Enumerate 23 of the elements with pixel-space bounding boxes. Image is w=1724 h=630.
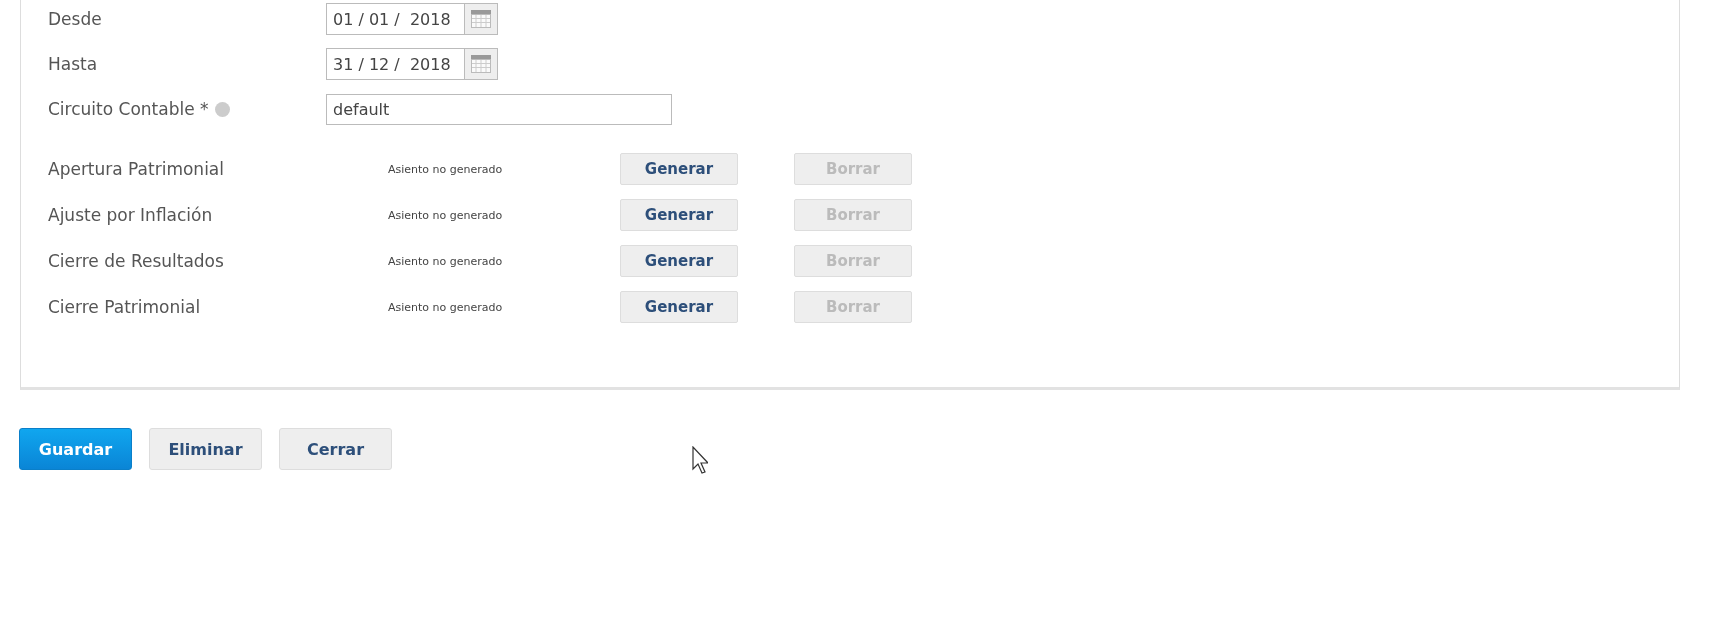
calendar-icon[interactable] bbox=[464, 4, 497, 34]
calendar-icon[interactable] bbox=[464, 49, 497, 79]
date-field[interactable]: 01 / 01 / 2018 bbox=[326, 3, 498, 35]
entry-name: Cierre de Resultados bbox=[48, 251, 225, 271]
generate-button[interactable]: Generar bbox=[620, 291, 738, 323]
action-button[interactable]: Cerrar bbox=[279, 428, 392, 470]
entry-status: Asiento no generado bbox=[388, 208, 504, 222]
field-label: Desde bbox=[48, 9, 102, 29]
entry-name: Ajuste por Inflación bbox=[48, 205, 214, 225]
input-field[interactable]: default bbox=[326, 93, 672, 125]
field-label: Circuito Contable * bbox=[48, 99, 209, 119]
generate-button[interactable]: Generar bbox=[620, 245, 738, 277]
action-button[interactable]: Eliminar bbox=[149, 428, 262, 470]
generate-button[interactable]: Generar bbox=[620, 153, 738, 185]
entry-name: Apertura Patrimonial bbox=[48, 159, 225, 179]
generate-button[interactable]: Generar bbox=[620, 199, 738, 231]
entry-status: Asiento no generado bbox=[388, 162, 504, 176]
entry-status: Asiento no generado bbox=[388, 254, 504, 268]
cursor-icon bbox=[692, 446, 708, 474]
date-field[interactable]: 31 / 12 / 2018 bbox=[326, 48, 498, 80]
field-label: Hasta bbox=[48, 54, 98, 74]
entry-status: Asiento no generado bbox=[388, 300, 504, 314]
entry-name: Cierre Patrimonial bbox=[48, 297, 202, 317]
